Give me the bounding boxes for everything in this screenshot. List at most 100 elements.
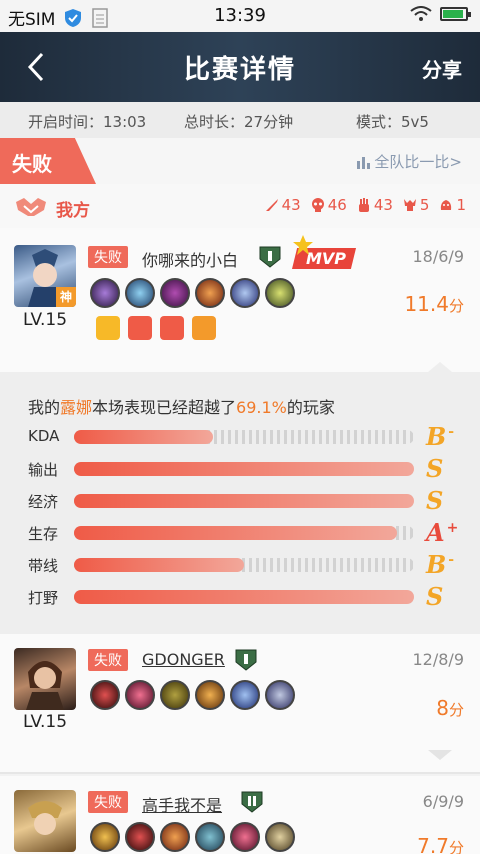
dragon-icon <box>441 200 452 210</box>
player-name[interactable]: 高手我不是 <box>142 792 222 816</box>
gold-tag-icon <box>192 316 216 340</box>
metric-row: KDA B- <box>28 422 455 451</box>
clock: 13:39 <box>214 5 266 26</box>
team-compare-link[interactable]: 全队比一比> <box>356 151 462 172</box>
performance-summary: 我的露娜本场表现已经超越了69.1%的玩家 <box>28 398 335 417</box>
equipment-item <box>265 680 295 710</box>
result-tag: 失败 <box>88 649 128 671</box>
equipment-item <box>90 822 120 852</box>
wifi-icon <box>410 6 432 21</box>
player-score: 7.7分 <box>417 834 464 854</box>
team-name: 我方 <box>56 201 90 221</box>
metric-bar <box>74 494 414 508</box>
kill-stat: 43 <box>265 196 301 214</box>
player-name[interactable]: 你哪来的小白 <box>142 247 238 271</box>
player-score: 8分 <box>436 696 464 720</box>
skull-icon <box>311 198 324 212</box>
game-mode: 模式：5v5 <box>356 113 429 131</box>
equipment-item <box>125 278 155 308</box>
handshake-icon <box>16 198 46 216</box>
team-compare-label: 全队比一比> <box>374 153 462 171</box>
player-card[interactable]: 神 LV.15 失败 你哪来的小白 MVP 18/6/9 11.4分 <box>0 228 480 372</box>
equipment-item <box>265 278 295 308</box>
match-date: 6/9/9 <box>422 792 464 811</box>
equipment-item <box>160 822 190 852</box>
metric-track <box>74 462 414 476</box>
metric-track <box>74 526 414 540</box>
team-row: 我方 43 46 43 5 1 <box>0 184 480 228</box>
metric-grade: B- <box>426 550 455 579</box>
achievement-tags <box>96 316 216 340</box>
metric-grade: S <box>426 582 444 611</box>
metric-track <box>74 430 414 444</box>
equipment-item <box>195 822 225 852</box>
equipment-list <box>90 278 295 308</box>
performance-panel: 我的露娜本场表现已经超越了69.1%的玩家 KDA B- 输出 S 经济 S 生… <box>0 372 480 634</box>
hero-avatar <box>14 648 76 710</box>
hero-avatar: 神 <box>14 245 76 307</box>
metric-row: 输出 S <box>28 454 444 483</box>
tower-icon <box>403 199 416 211</box>
match-info-bar: 开启时间：13:03 总时长：27分钟 模式：5v5 <box>0 102 480 138</box>
equipment-item <box>265 822 295 852</box>
equipment-item <box>90 680 120 710</box>
result-tag: 失败 <box>88 246 128 268</box>
rank-icon <box>259 246 281 268</box>
equipment-item <box>230 680 260 710</box>
battery-icon <box>440 7 471 21</box>
share-button[interactable]: 分享 <box>422 54 462 83</box>
equipment-item <box>125 822 155 852</box>
equipment-item <box>160 680 190 710</box>
metric-grade: B- <box>426 422 455 451</box>
tower-stat: 5 <box>403 196 429 214</box>
player-score: 11.4分 <box>404 292 464 316</box>
expand-caret-icon[interactable] <box>428 750 452 760</box>
metric-bar <box>74 430 214 444</box>
app-header: 比赛详情 分享 <box>0 32 480 102</box>
star-icon <box>293 235 313 255</box>
kill-streak-icon <box>128 316 152 340</box>
metric-row: 打野 S <box>28 582 444 611</box>
metric-bar <box>74 526 397 540</box>
hand-icon <box>358 198 369 212</box>
hero-portrait-icon <box>26 661 64 710</box>
result-badge: 失败 <box>0 138 96 184</box>
expand-caret-icon <box>428 362 452 372</box>
start-time: 开启时间：13:03 <box>28 113 147 131</box>
metric-grade: A + <box>426 518 459 547</box>
dragon-stat: 1 <box>439 196 466 214</box>
player-level: LV.15 <box>22 712 68 732</box>
metric-row: 带线 B- <box>28 550 455 579</box>
metric-track <box>74 590 414 604</box>
player-card[interactable]: 失败 高手我不是 6/9/9 7.7分 <box>0 776 480 854</box>
player-card[interactable]: LV.15 失败 GDONGER 12/8/9 8分 <box>0 634 480 774</box>
result-row: 失败 全队比一比> <box>0 138 480 184</box>
rank-icon <box>241 791 263 813</box>
assist-stat: 43 <box>357 196 393 214</box>
metric-track <box>74 494 414 508</box>
role-badge: 神 <box>56 287 76 307</box>
kill-icon <box>265 199 278 211</box>
player-name[interactable]: GDONGER <box>142 650 225 669</box>
match-date: 18/6/9 <box>412 247 465 266</box>
team-stats: 43 46 43 5 1 <box>265 196 466 214</box>
metric-grade: S <box>426 454 444 483</box>
damage-tag-icon <box>160 316 184 340</box>
match-date: 12/8/9 <box>412 650 465 669</box>
rank-icon <box>235 649 257 671</box>
metric-bar <box>74 462 414 476</box>
hero-avatar <box>14 790 76 852</box>
god-tag-icon <box>96 316 120 340</box>
equipment-item <box>195 278 225 308</box>
status-bar: 无SIM 13:39 <box>0 0 480 32</box>
equipment-item <box>90 278 120 308</box>
player-level: LV.15 <box>22 310 68 330</box>
metric-row: 生存 A + <box>28 518 459 547</box>
metric-bar <box>74 558 244 572</box>
page-title: 比赛详情 <box>183 55 296 85</box>
death-stat: 46 <box>311 196 347 214</box>
equipment-list <box>90 680 295 710</box>
equipment-item <box>125 680 155 710</box>
equipment-item <box>230 822 260 852</box>
equipment-item <box>160 278 190 308</box>
